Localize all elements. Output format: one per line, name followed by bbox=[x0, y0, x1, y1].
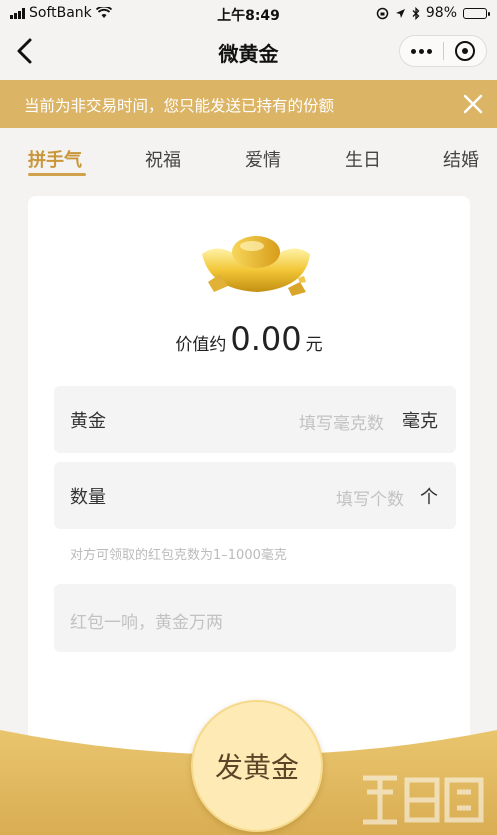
value-unit: 元 bbox=[305, 335, 323, 355]
count-field-label: 数量 bbox=[70, 487, 106, 508]
nav-bar: 微黄金 bbox=[0, 26, 497, 76]
close-icon[interactable] bbox=[461, 92, 485, 116]
status-right: 98% bbox=[376, 5, 490, 21]
notice-banner: 当前为非交易时间，您只能发送已持有的份额 bbox=[0, 80, 497, 128]
message-input[interactable]: 红包一响，黄金万两 bbox=[70, 608, 223, 633]
gold-input[interactable]: 填写毫克数 bbox=[299, 409, 384, 434]
amount-hint: 对方可领取的红包克数为1–1000毫克 bbox=[70, 548, 287, 563]
close-mini-program-button[interactable] bbox=[443, 41, 486, 61]
send-gold-button[interactable]: 发黄金 bbox=[191, 700, 323, 832]
gold-field-unit: 毫克 bbox=[402, 411, 438, 432]
active-tab-indicator bbox=[28, 173, 86, 176]
tab-blessing[interactable]: 祝福 bbox=[145, 146, 181, 172]
value-amount: 0.00 bbox=[230, 320, 302, 358]
battery-percent: 98% bbox=[425, 5, 457, 21]
more-icon[interactable] bbox=[400, 48, 443, 54]
tab-wedding[interactable]: 结婚 bbox=[443, 146, 479, 172]
tab-love[interactable]: 爱情 bbox=[245, 146, 281, 172]
gold-field[interactable]: 黄金 填写毫克数 毫克 bbox=[54, 386, 456, 453]
gift-card: 价值约 0.00 元 黄金 填写毫克数 毫克 数量 填写个数 个 对方可领取的红包克… bbox=[28, 196, 470, 756]
value-prefix: 价值约 bbox=[175, 335, 227, 355]
category-tabs: 拼手气 祝福 爱情 生日 结婚 bbox=[0, 128, 497, 186]
site-watermark-logo bbox=[363, 775, 484, 825]
gold-field-label: 黄金 bbox=[70, 411, 106, 432]
gold-ingot-icon bbox=[202, 236, 310, 296]
count-field[interactable]: 数量 填写个数 个 bbox=[54, 462, 456, 529]
mini-program-capsule bbox=[399, 35, 487, 67]
count-field-unit: 个 bbox=[420, 487, 438, 508]
location-icon bbox=[395, 8, 405, 18]
target-icon bbox=[454, 41, 475, 61]
message-field[interactable]: 红包一响，黄金万两 bbox=[54, 584, 456, 652]
tab-birthday[interactable]: 生日 bbox=[345, 146, 381, 172]
battery-icon bbox=[463, 7, 490, 19]
rotation-lock-icon bbox=[376, 7, 389, 19]
bluetooth-icon bbox=[412, 6, 420, 20]
tab-lucky[interactable]: 拼手气 bbox=[28, 146, 82, 172]
status-bar: SoftBank 上午8:49 98% bbox=[0, 0, 497, 26]
notice-text: 当前为非交易时间，您只能发送已持有的份额 bbox=[24, 97, 335, 115]
count-input[interactable]: 填写个数 bbox=[336, 485, 404, 510]
value-line: 价值约 0.00 元 bbox=[28, 320, 470, 358]
